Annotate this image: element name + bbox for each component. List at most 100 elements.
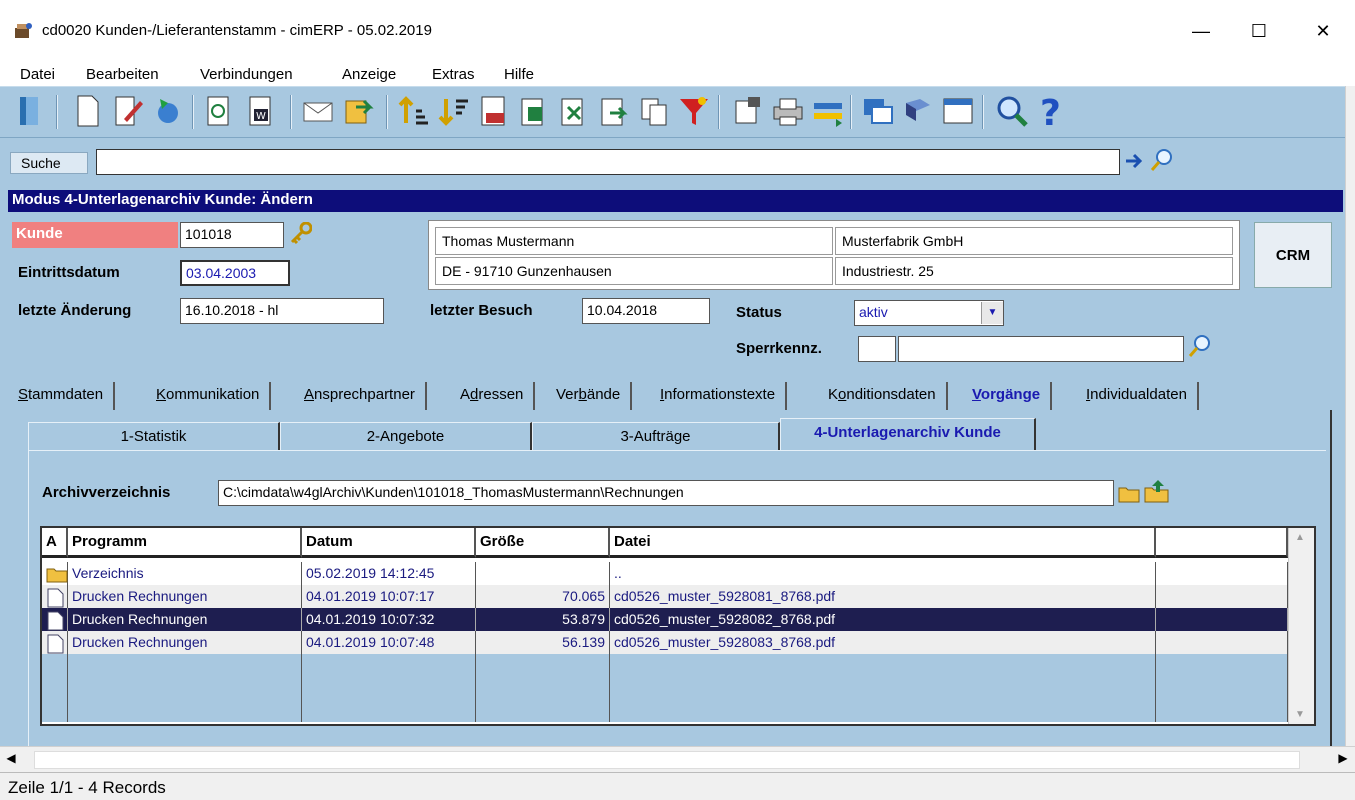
window-vertical-scrollbar[interactable] (1345, 86, 1355, 746)
sort-descending-icon[interactable] (436, 93, 472, 129)
folder-icon[interactable] (1118, 484, 1140, 504)
calendar-icon[interactable] (940, 93, 976, 129)
tab-kommunikation[interactable]: Kommunikation (146, 382, 272, 410)
menu-anzeige[interactable]: Anzeige (342, 66, 396, 83)
menu-datei[interactable]: Datei (20, 66, 55, 83)
column-header-extra[interactable] (1156, 528, 1288, 558)
tab-verbaende[interactable]: Verbände (546, 382, 633, 410)
book-icon[interactable] (900, 93, 936, 129)
subtab-statistik[interactable]: 1-Statistik (28, 422, 280, 450)
filter-icon[interactable] (676, 93, 712, 129)
table-empty-area (42, 654, 1288, 722)
tab-ansprechpartner[interactable]: Ansprechpartner (294, 382, 427, 410)
cell-programm: Drucken Rechnungen (68, 608, 302, 631)
chevron-down-icon[interactable]: ▼ (981, 302, 1003, 324)
column-header-programm[interactable]: Programm (68, 528, 302, 558)
sperrkennz-code-field[interactable] (858, 336, 896, 362)
scrollbar-thumb[interactable] (34, 751, 1300, 769)
kunde-number-field[interactable]: 101018 (180, 222, 284, 248)
column-header-a[interactable]: A (42, 528, 68, 558)
export-doc-icon[interactable] (596, 93, 632, 129)
scroll-down-icon[interactable]: ▼ (1295, 709, 1305, 720)
toolbar: W ? (0, 86, 1345, 138)
maximize-button[interactable]: ☐ (1236, 14, 1282, 48)
subtab-auftraege[interactable]: 3-Aufträge (532, 422, 780, 450)
archiv-path-field[interactable]: C:\cimdata\w4glArchiv\Kunden\101018_Thom… (218, 480, 1114, 506)
column-header-datum[interactable]: Datum (302, 528, 476, 558)
search-input[interactable] (96, 149, 1120, 175)
app-icon (14, 22, 34, 40)
zoom-icon[interactable] (994, 93, 1030, 129)
refresh-icon[interactable] (202, 93, 238, 129)
horizontal-scrollbar[interactable]: ◀ ▶ (0, 746, 1355, 772)
cell-datum: 04.01.2019 10:07:48 (302, 631, 476, 654)
edit-tools-icon[interactable] (730, 93, 766, 129)
status-select-value: aktiv (859, 304, 888, 320)
cell-groesse (476, 562, 610, 585)
tab-konditionsdaten[interactable]: Konditionsdaten (818, 382, 948, 410)
menu-verbindungen[interactable]: Verbindungen (200, 66, 293, 83)
sort-ascending-icon[interactable] (396, 93, 432, 129)
help-icon[interactable]: ? (1034, 93, 1070, 134)
cell-datei: cd0526_muster_5928083_8768.pdf (610, 631, 1156, 654)
subtab-unterlagenarchiv[interactable]: 4-Unterlagenarchiv Kunde (780, 418, 1036, 450)
tab-vorgaenge[interactable]: Vorgänge (962, 382, 1053, 410)
new-document-icon[interactable] (70, 93, 106, 129)
cell-datum: 04.01.2019 10:07:32 (302, 608, 476, 631)
table-row-selected[interactable]: Drucken Rechnungen 04.01.2019 10:07:32 5… (42, 608, 1288, 631)
copy-icon[interactable] (636, 93, 672, 129)
column-header-groesse[interactable]: Größe (476, 528, 610, 558)
scroll-left-icon[interactable]: ◀ (2, 751, 20, 769)
archive-table[interactable]: A Programm Datum Größe Datei Verzeichnis… (40, 526, 1316, 726)
table-row[interactable]: Drucken Rechnungen 04.01.2019 10:07:48 5… (42, 631, 1288, 654)
menu-hilfe[interactable]: Hilfe (504, 66, 534, 83)
magnifier-icon[interactable] (1150, 148, 1174, 172)
sperrkennz-text-field[interactable] (898, 336, 1184, 362)
customer-street: Industriestr. 25 (835, 257, 1233, 285)
print-icon[interactable] (770, 93, 806, 129)
cell-datei: .. (610, 562, 1156, 585)
status-label: Status (736, 304, 782, 321)
arrow-right-icon[interactable] (1124, 150, 1146, 172)
eintrittsdatum-field[interactable]: 03.04.2003 (180, 260, 290, 286)
crm-button[interactable]: CRM (1254, 222, 1332, 288)
recycle-icon[interactable] (150, 93, 186, 129)
table-vertical-scrollbar[interactable]: ▲ ▼ (1288, 528, 1314, 724)
close-button[interactable]: ✕ (1300, 14, 1346, 48)
customer-city: DE - 91710 Gunzenhausen (435, 257, 833, 285)
cell-extra (1156, 631, 1288, 654)
minimize-button[interactable]: — (1178, 14, 1224, 48)
menu-bearbeiten[interactable]: Bearbeiten (86, 66, 159, 83)
export-icon[interactable] (340, 93, 376, 129)
table-row[interactable]: Verzeichnis 05.02.2019 14:12:45 .. (42, 562, 1288, 585)
sperrkennz-label: Sperrkennz. (736, 340, 822, 357)
status-select[interactable]: aktiv ▼ (854, 300, 1004, 326)
excel-icon[interactable] (556, 93, 592, 129)
edit-icon[interactable] (110, 93, 146, 129)
windows-icon[interactable] (860, 93, 896, 129)
tab-individualdaten[interactable]: Individualdaten (1076, 382, 1199, 410)
transfer-icon[interactable] (810, 93, 846, 129)
tab-informationstexte[interactable]: Informationstexte (650, 382, 788, 410)
folder-up-icon[interactable] (1144, 478, 1170, 504)
word-icon[interactable]: W (244, 93, 280, 129)
scroll-up-icon[interactable]: ▲ (1295, 532, 1305, 543)
magnifier-icon[interactable] (1188, 334, 1212, 358)
key-icon[interactable] (288, 221, 313, 246)
table-row[interactable]: Drucken Rechnungen 04.01.2019 10:07:17 7… (42, 585, 1288, 608)
tab-stammdaten[interactable]: Stammdaten (8, 382, 116, 410)
numbers-icon[interactable] (476, 93, 512, 129)
kunde-label: Kunde (12, 222, 178, 248)
import-icon[interactable] (516, 93, 552, 129)
svg-text:?: ? (1040, 93, 1061, 129)
cell-programm: Drucken Rechnungen (68, 585, 302, 608)
subtab-angebote[interactable]: 2-Angebote (280, 422, 532, 450)
scroll-right-icon[interactable]: ▶ (1334, 751, 1352, 769)
letzter-besuch-field[interactable]: 10.04.2018 (582, 298, 710, 324)
tab-adressen[interactable]: Adressen (450, 382, 536, 410)
letzter-besuch-label: letzter Besuch (430, 302, 533, 319)
exit-icon[interactable] (12, 93, 48, 129)
column-header-datei[interactable]: Datei (610, 528, 1156, 558)
menu-extras[interactable]: Extras (432, 66, 475, 83)
mail-icon[interactable] (300, 93, 336, 129)
